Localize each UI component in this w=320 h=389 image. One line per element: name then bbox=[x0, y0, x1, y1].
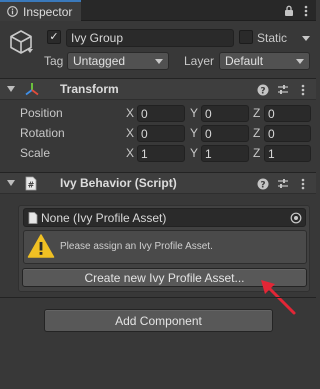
info-icon bbox=[7, 6, 18, 17]
chevron-down-icon bbox=[296, 59, 304, 64]
ivy-profile-value: None (Ivy Profile Asset) bbox=[41, 210, 167, 225]
static-checkbox[interactable] bbox=[239, 30, 253, 44]
svg-text:?: ? bbox=[260, 180, 265, 190]
tab-inspector[interactable]: Inspector bbox=[0, 0, 81, 21]
rotation-z-field[interactable]: 0 bbox=[264, 125, 311, 142]
tab-label: Inspector bbox=[23, 4, 73, 19]
layer-dropdown[interactable]: Default bbox=[219, 52, 310, 70]
tag-dropdown[interactable]: Untagged bbox=[67, 52, 169, 70]
add-component-label: Add Component bbox=[115, 313, 202, 328]
ivy-profile-object-field[interactable]: None (Ivy Profile Asset) bbox=[23, 208, 306, 227]
rotation-z-value: 0 bbox=[268, 126, 275, 141]
add-component-button[interactable]: Add Component bbox=[44, 309, 273, 332]
axis-y-label[interactable]: Y bbox=[190, 126, 198, 140]
transform-title: Transform bbox=[60, 82, 119, 96]
foldout-arrow-icon[interactable] bbox=[7, 86, 15, 92]
script-file-icon: # bbox=[25, 176, 37, 191]
transform-icon bbox=[25, 83, 39, 96]
tag-label: Tag bbox=[44, 54, 64, 68]
tag-value: Untagged bbox=[73, 54, 126, 68]
axis-z-label[interactable]: Z bbox=[253, 126, 260, 140]
help-icon[interactable]: ? bbox=[256, 82, 270, 97]
icon-dropdown-arrow[interactable] bbox=[27, 49, 33, 53]
asset-file-icon bbox=[28, 211, 38, 224]
gameobject-name: Ivy Group bbox=[71, 31, 124, 45]
layer-value: Default bbox=[225, 54, 264, 68]
svg-text:#: # bbox=[28, 181, 35, 190]
warning-icon bbox=[27, 234, 55, 258]
position-x-value: 0 bbox=[141, 106, 148, 121]
scale-label: Scale bbox=[20, 146, 51, 160]
more-options-icon[interactable] bbox=[301, 3, 311, 18]
static-dropdown-arrow[interactable] bbox=[302, 36, 310, 41]
axis-z-label[interactable]: Z bbox=[253, 106, 260, 120]
transform-header[interactable]: Transform ? bbox=[0, 78, 316, 100]
lock-icon[interactable] bbox=[283, 3, 295, 18]
scale-y-field[interactable]: 1 bbox=[201, 145, 249, 162]
position-z-value: 0 bbox=[268, 106, 275, 121]
svg-text:?: ? bbox=[260, 86, 265, 96]
axis-y-label[interactable]: Y bbox=[190, 106, 198, 120]
rotation-y-value: 0 bbox=[205, 126, 212, 141]
active-checkbox[interactable]: ✓ bbox=[47, 30, 61, 44]
axis-y-label[interactable]: Y bbox=[190, 146, 198, 160]
position-y-value: 0 bbox=[205, 106, 212, 121]
rotation-x-field[interactable]: 0 bbox=[137, 125, 185, 142]
preset-sliders-icon[interactable] bbox=[276, 82, 290, 97]
axis-x-label[interactable]: X bbox=[126, 126, 134, 140]
rotation-x-value: 0 bbox=[141, 126, 148, 141]
position-label: Position bbox=[20, 106, 63, 120]
static-label: Static bbox=[257, 31, 288, 45]
ivy-behavior-title: Ivy Behavior (Script) bbox=[60, 176, 177, 190]
tab-bar: Inspector bbox=[0, 0, 316, 21]
scale-z-field[interactable]: 1 bbox=[264, 145, 311, 162]
axis-z-label[interactable]: Z bbox=[253, 146, 260, 160]
ivy-behavior-header[interactable]: # Ivy Behavior (Script) ? bbox=[0, 172, 316, 194]
more-options-icon[interactable] bbox=[296, 82, 310, 97]
chevron-down-icon bbox=[155, 59, 163, 64]
scale-x-field[interactable]: 1 bbox=[137, 145, 185, 162]
more-options-icon[interactable] bbox=[296, 176, 310, 191]
divider bbox=[0, 297, 316, 298]
gameobject-name-field[interactable]: Ivy Group bbox=[66, 29, 234, 47]
warning-message: Please assign an Ivy Profile Asset. bbox=[60, 241, 213, 252]
scale-z-value: 1 bbox=[268, 146, 275, 161]
preset-sliders-icon[interactable] bbox=[276, 176, 290, 191]
scale-y-value: 1 bbox=[205, 146, 212, 161]
layer-label: Layer bbox=[184, 54, 215, 68]
help-icon[interactable]: ? bbox=[256, 176, 270, 191]
position-z-field[interactable]: 0 bbox=[264, 105, 311, 122]
axis-x-label[interactable]: X bbox=[126, 106, 134, 120]
position-y-field[interactable]: 0 bbox=[201, 105, 249, 122]
rotation-y-field[interactable]: 0 bbox=[201, 125, 249, 142]
position-x-field[interactable]: 0 bbox=[137, 105, 185, 122]
object-picker-icon[interactable] bbox=[290, 212, 302, 224]
rotation-label: Rotation bbox=[20, 126, 65, 140]
foldout-arrow-icon[interactable] bbox=[7, 180, 15, 186]
axis-x-label[interactable]: X bbox=[126, 146, 134, 160]
create-profile-asset-label: Create new Ivy Profile Asset... bbox=[84, 270, 245, 285]
scale-x-value: 1 bbox=[141, 146, 148, 161]
